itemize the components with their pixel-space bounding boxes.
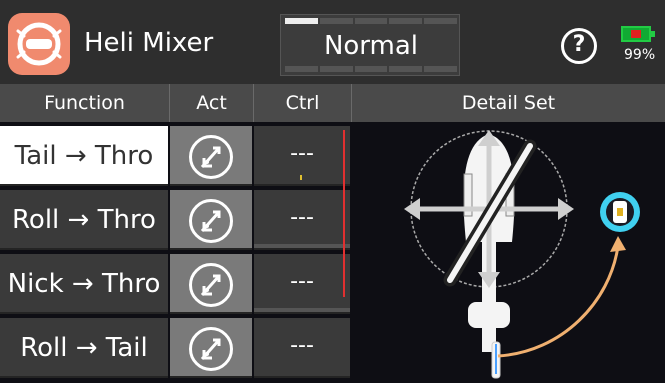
act-cell[interactable] (170, 254, 252, 314)
ctrl-value: --- (290, 333, 314, 358)
header-bar: Heli Mixer Normal ? 99% (0, 0, 665, 84)
flight-mode-label: Normal (323, 31, 419, 61)
ctrl-cell[interactable]: --- (254, 126, 350, 186)
ctrl-value: --- (290, 141, 314, 166)
function-cell-roll-tail[interactable]: Roll → Tail (0, 318, 168, 378)
column-header-ctrl: Ctrl (254, 84, 352, 122)
column-header-detail-set: Detail Set (352, 84, 665, 122)
function-cell-roll-thro[interactable]: Roll → Thro (0, 190, 168, 250)
ctrl-value: --- (290, 269, 314, 294)
mode-indicator-bottom (285, 66, 457, 72)
function-cell-nick-thro[interactable]: Nick → Thro (0, 254, 168, 314)
ctrl-cell[interactable]: --- (254, 254, 350, 314)
page-title: Heli Mixer (84, 28, 214, 58)
helicopter-diagram (404, 130, 640, 379)
act-cell[interactable] (170, 126, 252, 186)
heli-mixer-icon[interactable] (8, 13, 70, 75)
ctrl-center-tick (300, 175, 302, 180)
switch-icon (189, 263, 233, 307)
ctrl-bar (254, 308, 350, 312)
help-icon[interactable]: ? (561, 28, 597, 64)
detail-set-panel (352, 122, 665, 383)
column-header-function: Function (0, 84, 170, 122)
act-cell[interactable] (170, 318, 252, 378)
help-label: ? (572, 32, 586, 57)
act-cell[interactable] (170, 190, 252, 250)
ctrl-bar (254, 244, 350, 248)
switch-icon (189, 135, 233, 179)
battery-indicator (631, 30, 641, 38)
flight-mode-selector[interactable]: Normal (280, 14, 460, 76)
column-header-act: Act (170, 84, 254, 122)
ctrl-limit-line (343, 130, 345, 297)
battery-percentage: 99% (624, 47, 656, 63)
ctrl-value: --- (290, 205, 314, 230)
battery-icon (621, 26, 655, 42)
function-cell-tail-thro[interactable]: Tail → Thro (0, 126, 168, 186)
mode-indicator-top (285, 18, 457, 24)
ctrl-cell[interactable]: --- (254, 318, 350, 378)
switch-icon (189, 327, 233, 371)
ctrl-cell[interactable]: --- (254, 190, 350, 250)
switch-icon (189, 199, 233, 243)
